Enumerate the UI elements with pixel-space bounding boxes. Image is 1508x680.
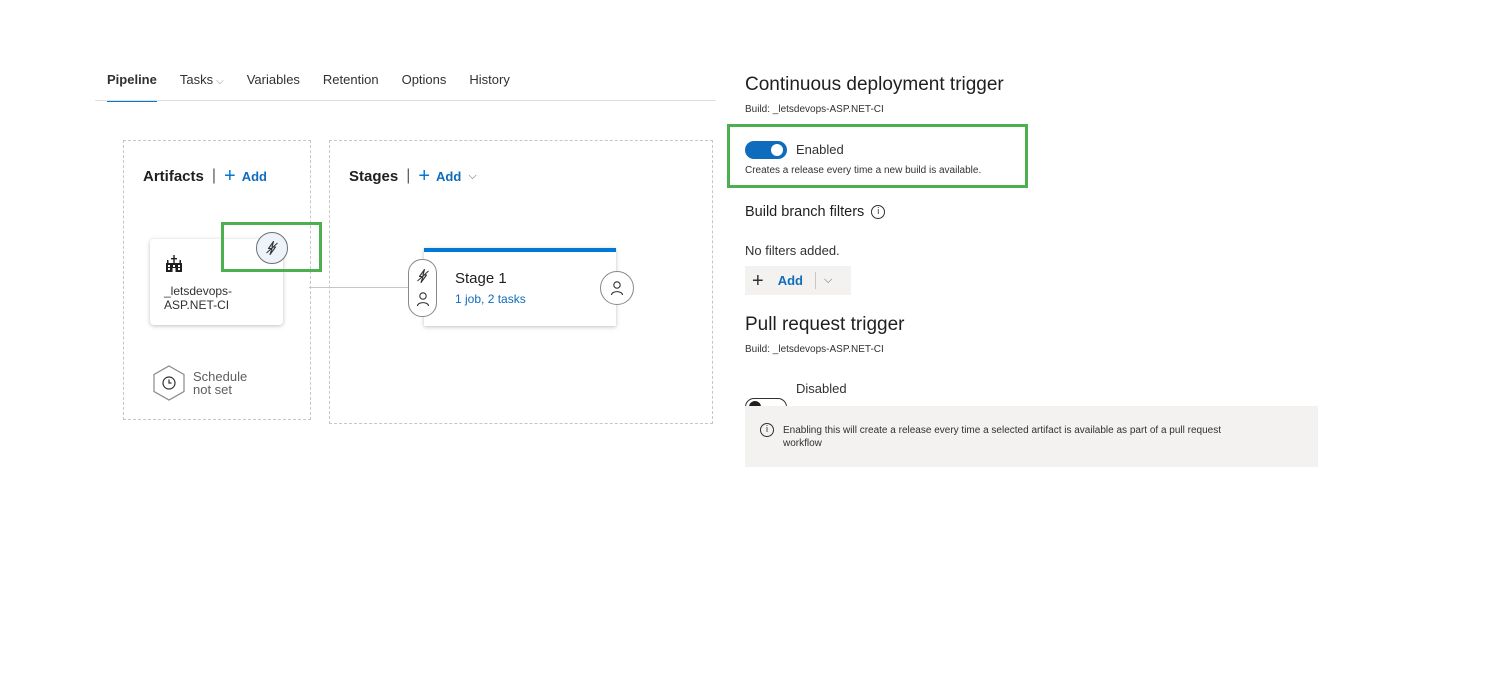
artifact-name-line1: _letsdevops- xyxy=(164,284,233,298)
chevron-down-icon: ⌵ xyxy=(216,76,224,87)
branch-filters-title: Build branch filters xyxy=(745,204,865,220)
header-separator: | xyxy=(406,167,411,184)
artifact-name-line2: ASP.NET-CI xyxy=(164,298,230,312)
stage-tasks-link[interactable]: 1 job, 2 tasks xyxy=(455,292,526,306)
tab-pipeline[interactable]: Pipeline xyxy=(107,72,157,102)
add-filter-split-button: + Add ⌵ xyxy=(745,266,851,295)
pre-deployment-conditions[interactable] xyxy=(408,259,437,317)
header-separator: | xyxy=(211,167,217,184)
chevron-down-icon[interactable]: ⌵ xyxy=(824,274,832,287)
build-artifact-icon xyxy=(164,254,184,274)
add-filter-button[interactable]: + Add xyxy=(752,271,803,291)
person-icon xyxy=(416,292,430,307)
tab-history[interactable]: History xyxy=(469,72,509,100)
tab-options-label: Options xyxy=(401,72,447,87)
add-stage-button[interactable]: + Add ⌵ xyxy=(418,166,476,186)
lightning-icon xyxy=(266,240,278,256)
plus-icon: + xyxy=(224,165,236,187)
schedule-line2: not set xyxy=(193,382,233,397)
tab-retention-label: Retention xyxy=(322,72,379,87)
add-filter-label: Add xyxy=(777,273,803,288)
clock-icon xyxy=(152,365,153,366)
stage-name[interactable]: Stage 1 xyxy=(455,270,507,287)
tab-divider xyxy=(95,100,716,101)
cd-trigger-button[interactable] xyxy=(256,232,288,264)
stages-header: Stages | + Add ⌵ xyxy=(349,166,477,186)
tab-tasks-label: Tasks xyxy=(179,72,214,87)
add-artifact-label: Add xyxy=(241,168,267,184)
tab-variables-label: Variables xyxy=(246,72,300,87)
artifact-name: _letsdevops- ASP.NET-CI xyxy=(164,284,232,312)
add-artifact-button[interactable]: + Add xyxy=(224,166,267,186)
schedule-label[interactable]: Schedule not set xyxy=(193,370,247,396)
plus-icon: + xyxy=(752,269,764,292)
post-deployment-conditions[interactable] xyxy=(600,271,634,305)
add-stage-label: Add xyxy=(436,168,462,184)
cd-trigger-build-label: Build: _letsdevops-ASP.NET-CI xyxy=(745,104,884,115)
artifacts-header: Artifacts | + Add xyxy=(143,166,267,186)
tab-variables[interactable]: Variables xyxy=(247,72,300,100)
no-filters-text: No filters added. xyxy=(745,243,840,258)
tab-options[interactable]: Options xyxy=(402,72,447,100)
tab-history-label: History xyxy=(469,72,510,87)
lightning-icon xyxy=(417,268,429,284)
tab-retention[interactable]: Retention xyxy=(323,72,379,100)
artifacts-title: Artifacts xyxy=(143,167,204,185)
pr-info-line2: workflow xyxy=(783,438,822,449)
info-icon: i xyxy=(760,423,774,437)
tab-tasks[interactable]: Tasks ⌵ xyxy=(180,72,224,100)
pr-trigger-toggle-label: Disabled xyxy=(796,381,847,396)
cd-trigger-toggle[interactable] xyxy=(745,141,787,159)
pr-trigger-build-label: Build: _letsdevops-ASP.NET-CI xyxy=(745,344,884,355)
cd-trigger-description: Creates a release every time a new build… xyxy=(745,165,982,176)
info-icon[interactable]: i xyxy=(871,205,886,219)
plus-icon: + xyxy=(418,165,431,187)
pr-info-line1: Enabling this will create a release ever… xyxy=(783,425,1222,436)
pr-info-text: Enabling this will create a release ever… xyxy=(783,424,1221,450)
tab-pipeline-label: Pipeline xyxy=(107,72,157,87)
stage-card[interactable] xyxy=(424,248,616,326)
branch-filters-header: Build branch filters i xyxy=(745,204,886,220)
pr-trigger-title: Pull request trigger xyxy=(745,314,905,335)
split-divider xyxy=(814,272,816,289)
person-icon xyxy=(610,281,624,296)
cd-trigger-toggle-label: Enabled xyxy=(796,142,844,157)
stages-title: Stages xyxy=(349,167,399,185)
toggle-knob xyxy=(771,144,783,156)
cd-trigger-title: Continuous deployment trigger xyxy=(745,74,1004,95)
schedule-button[interactable] xyxy=(152,365,186,401)
chevron-down-icon: ⌵ xyxy=(468,169,477,182)
tab-bar: Pipeline Tasks ⌵ Variables Retention Opti… xyxy=(107,72,533,102)
